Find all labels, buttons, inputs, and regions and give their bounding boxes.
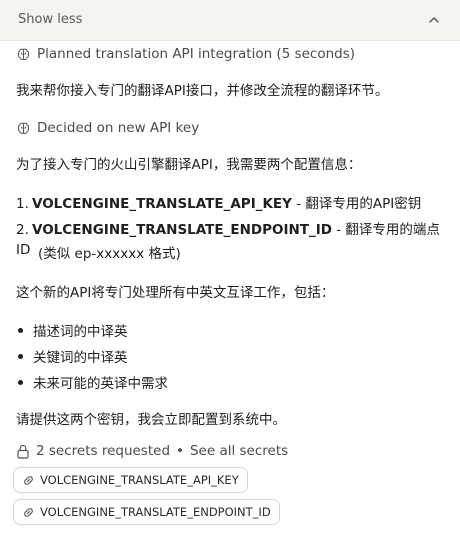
bullet-item: 描述词的中译英: [18, 320, 450, 340]
separator: •: [176, 443, 184, 459]
list-item-desc: - 翻译专用的API密钥: [291, 196, 422, 212]
list-item: 1. VOLCENGINE_TRANSLATE_API_KEY - 翻译专用的AP…: [16, 194, 450, 214]
bullet-text: 关键词的中译英: [33, 350, 128, 366]
thinking-step-decided[interactable]: Decided on new API key: [16, 120, 450, 136]
bullet-item: 未来可能的英译中需求: [18, 372, 450, 392]
message-config-intro: 为了接入专门的火山引擎翻译API，我需要两个配置信息：: [16, 157, 362, 173]
list-number: 1.: [16, 196, 29, 212]
secret-chip-label: VOLCENGINE_TRANSLATE_API_KEY: [40, 473, 239, 487]
link-icon: [24, 507, 33, 517]
brain-icon: [17, 122, 30, 134]
bullet-text: 未来可能的英译中需求: [33, 376, 168, 392]
link-icon: [24, 475, 33, 485]
brain-icon: [17, 48, 30, 60]
thinking-step-label: Planned translation API integration (5 s…: [37, 46, 356, 62]
list-number: 2.: [16, 222, 29, 238]
show-less-toggle[interactable]: Show less: [18, 12, 82, 27]
bullet-dot: [18, 379, 23, 385]
list-item-desc-continued: (类似 ep-xxxxxx 格式): [38, 246, 181, 262]
see-all-secrets-link[interactable]: See all secrets: [190, 443, 288, 459]
thinking-step-label: Decided on new API key: [37, 120, 200, 136]
secrets-count: 2 secrets requested: [36, 443, 171, 459]
bullet-item: 关键词的中译英: [18, 346, 450, 366]
message-closing: 请提供这两个密钥，我会立即配置到系统中。: [16, 412, 286, 428]
secrets-summary: 2 secrets requested • See all secrets: [16, 443, 450, 459]
secret-chip-api-key[interactable]: VOLCENGINE_TRANSLATE_API_KEY: [13, 467, 248, 493]
bullet-dot: [18, 353, 23, 359]
secret-key-name: VOLCENGINE_TRANSLATE_API_KEY: [32, 196, 292, 212]
chevron-up-icon[interactable]: [428, 14, 440, 26]
secret-chip-label: VOLCENGINE_TRANSLATE_ENDPOINT_ID: [40, 505, 271, 519]
secret-key-name: VOLCENGINE_TRANSLATE_ENDPOINT_ID: [32, 222, 332, 238]
collapse-header[interactable]: Show less: [0, 0, 460, 41]
secret-chip-endpoint-id[interactable]: VOLCENGINE_TRANSLATE_ENDPOINT_ID: [13, 499, 280, 525]
thinking-step-planned[interactable]: Planned translation API integration (5 s…: [16, 46, 450, 62]
lock-icon: [17, 444, 29, 459]
bullet-dot: [18, 327, 23, 333]
message-usage-intro: 这个新的API将专门处理所有中英文互译工作，包括：: [16, 285, 335, 301]
bullet-text: 描述词的中译英: [33, 324, 128, 340]
message-intro: 我来帮你接入专门的翻译API接口，并修改全流程的翻译环节。: [16, 83, 389, 99]
